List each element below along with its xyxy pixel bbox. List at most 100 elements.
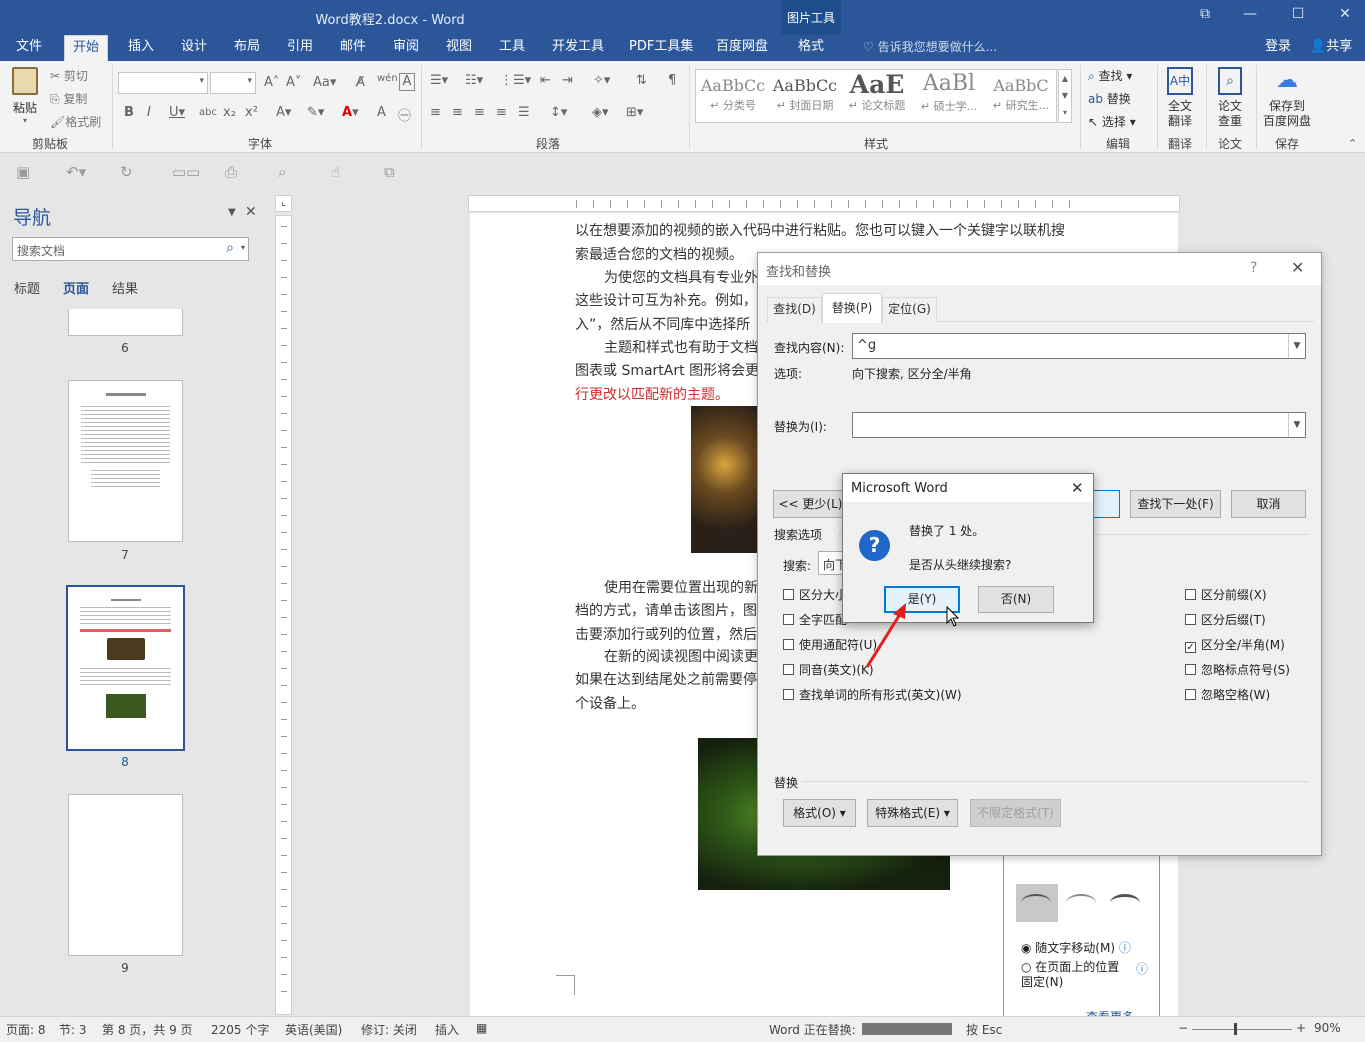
ribbon-display-icon[interactable]: ⧉ <box>1190 6 1220 22</box>
macro-icon[interactable]: ▦ <box>476 1021 487 1035</box>
save-to-baidu-button[interactable]: ☁ 保存到 百度网盘 <box>1258 67 1316 129</box>
cancel-button[interactable]: 取消 <box>1231 490 1306 518</box>
find-next-button[interactable]: 查找下一处(F) <box>1130 490 1221 518</box>
style-item[interactable]: AaBbCc ↵ 分类号 <box>698 70 768 122</box>
numbering-icon[interactable]: ☷▾ <box>465 73 483 88</box>
chevron-down-icon[interactable]: ▾ <box>241 243 245 252</box>
decrease-indent-icon[interactable]: ⇤ <box>540 73 551 88</box>
clear-format-icon[interactable]: A̸ <box>356 75 365 90</box>
change-case-icon[interactable]: Aa▾ <box>313 75 336 90</box>
tab-selector[interactable]: ⌞ <box>275 195 292 212</box>
font-name-combo[interactable]: ▾ <box>118 72 208 94</box>
status-insert-mode[interactable]: 插入 <box>435 1021 459 1038</box>
help-icon[interactable]: ? <box>1250 260 1257 276</box>
tab-file[interactable]: 文件 <box>8 35 50 61</box>
all-word-forms-checkbox[interactable]: 查找单词的所有形式(英文)(W) <box>783 686 962 703</box>
tab-view[interactable]: 视图 <box>438 35 480 61</box>
underline-icon[interactable]: U▾ <box>169 105 185 120</box>
grow-font-icon[interactable]: A˄ <box>264 75 279 90</box>
page-thumbnail[interactable] <box>68 380 183 542</box>
tab-find[interactable]: 查找(D) <box>767 297 822 322</box>
print-preview-icon[interactable]: ⌕ <box>278 163 286 181</box>
styles-scroll[interactable]: ▲ ▼ ▾ <box>1058 69 1072 123</box>
close-window-icon[interactable]: ✕ <box>1330 6 1360 22</box>
strikethrough-icon[interactable]: abc <box>199 107 217 118</box>
page-thumbnail-selected[interactable] <box>66 585 185 751</box>
special-button[interactable]: 特殊格式(E) ▾ <box>867 799 958 827</box>
phonetic-guide-icon[interactable]: wén <box>377 73 398 84</box>
match-prefix-checkbox[interactable]: 区分前缀(X) <box>1185 586 1267 603</box>
tab-insert[interactable]: 插入 <box>120 35 162 61</box>
page-thumbnail[interactable] <box>68 309 183 336</box>
move-with-text-radio[interactable]: ◉ 随文字移动(M) ⓘ <box>1021 939 1131 956</box>
ignore-punct-checkbox[interactable]: 忽略标点符号(S) <box>1185 661 1290 678</box>
wrap-shape-icon[interactable] <box>1110 894 1140 912</box>
select-button[interactable]: ↖ 选择 ▾ <box>1088 113 1136 130</box>
tab-references[interactable]: 引用 <box>279 35 321 61</box>
nav-options-icon[interactable]: ▼ <box>228 207 236 218</box>
collapse-ribbon-icon[interactable]: ⌃ <box>1348 137 1357 150</box>
login-link[interactable]: 登录 <box>1257 35 1299 61</box>
match-suffix-checkbox[interactable]: 区分后缀(T) <box>1185 611 1266 628</box>
text-effects-icon[interactable]: A▾ <box>276 105 291 120</box>
borders-icon[interactable]: ⊞▾ <box>626 105 643 120</box>
superscript-icon[interactable]: x² <box>245 105 258 120</box>
match-case-checkbox[interactable]: 区分大小 <box>783 586 847 603</box>
style-item[interactable]: AaBbCc ↵ 封面日期 <box>770 70 840 122</box>
tab-home[interactable]: 开始 <box>64 35 109 61</box>
nav-tab-pages[interactable]: 页面 <box>63 278 89 297</box>
char-shading-icon[interactable]: A <box>377 105 386 120</box>
font-size-combo[interactable]: ▾ <box>210 72 256 94</box>
style-item[interactable]: AaBl ↵ 硕士学... <box>914 70 984 122</box>
width-sensitive-checkbox[interactable]: ✓ 区分全/半角(M) <box>1185 636 1285 653</box>
tab-developer[interactable]: 开发工具 <box>544 35 612 61</box>
shrink-font-icon[interactable]: A˅ <box>286 75 301 90</box>
page-thumbnail[interactable] <box>68 794 183 956</box>
tab-tools[interactable]: 工具 <box>491 35 533 61</box>
status-words[interactable]: 2205 个字 <box>211 1021 269 1038</box>
asian-layout-icon[interactable]: ✧▾ <box>593 73 610 88</box>
nav-tab-results[interactable]: 结果 <box>112 278 138 297</box>
zoom-slider[interactable] <box>1192 1029 1292 1030</box>
full-translate-button[interactable]: A中 全文 翻译 <box>1160 67 1200 129</box>
cut-button[interactable]: ✂ 剪切 <box>50 67 88 84</box>
multilevel-list-icon[interactable]: ⋮☰▾ <box>500 73 531 88</box>
tab-layout[interactable]: 布局 <box>226 35 268 61</box>
bold-icon[interactable]: B <box>124 105 134 120</box>
redo-icon[interactable]: ↻ <box>120 163 133 181</box>
nav-search-input[interactable]: 搜索文档 ⌕ ▾ <box>12 237 249 261</box>
font-color-icon[interactable]: A▾ <box>342 105 359 120</box>
tab-design[interactable]: 设计 <box>173 35 215 61</box>
show-marks-icon[interactable]: ¶ <box>668 73 676 88</box>
line-spacing-icon[interactable]: ↕▾ <box>550 105 567 120</box>
paper-check-button[interactable]: ⌕ 论文 查重 <box>1210 67 1250 129</box>
align-center-icon[interactable]: ≡ <box>452 105 463 120</box>
customize-qat-icon[interactable]: ⧉ <box>384 163 395 181</box>
tab-mailings[interactable]: 邮件 <box>332 35 374 61</box>
zoom-in-icon[interactable]: + <box>1296 1021 1306 1035</box>
subscript-icon[interactable]: x₂ <box>223 105 236 120</box>
maximize-icon[interactable]: ☐ <box>1283 6 1313 22</box>
fixed-position-radio[interactable]: ○ 在页面上的位置 固定(N) <box>1021 960 1119 990</box>
close-icon[interactable]: ✕ <box>1071 479 1084 497</box>
highlight-icon[interactable]: ✎▾ <box>307 105 324 120</box>
wrap-shape-icon[interactable] <box>1066 894 1096 912</box>
tab-pdf[interactable]: PDF工具集 <box>621 35 701 61</box>
copy-button[interactable]: ⎘ 复制 <box>50 90 87 107</box>
align-left-icon[interactable]: ≡ <box>430 105 441 120</box>
search-icon[interactable]: ⌕ <box>226 240 234 256</box>
enclose-char-icon[interactable]: ㊀ <box>398 105 411 124</box>
format-button[interactable]: 格式(O) ▾ <box>783 799 856 827</box>
zoom-thumb[interactable] <box>1234 1023 1237 1035</box>
status-track-changes[interactable]: 修订: 关闭 <box>361 1021 417 1038</box>
style-item[interactable]: AaBbC ↵ 研究生... <box>986 70 1056 122</box>
close-icon[interactable]: ✕ <box>245 204 257 220</box>
distribute-icon[interactable]: ☰ <box>518 105 530 120</box>
tab-baidu[interactable]: 百度网盘 <box>708 35 776 61</box>
bullets-icon[interactable]: ☰▾ <box>430 73 448 88</box>
italic-icon[interactable]: I <box>147 105 151 120</box>
ignore-space-checkbox[interactable]: 忽略空格(W) <box>1185 686 1270 703</box>
justify-icon[interactable]: ≡ <box>496 105 507 120</box>
tab-replace[interactable]: 替换(P) <box>822 293 882 323</box>
replace-button[interactable]: ab 替换 <box>1088 90 1131 107</box>
